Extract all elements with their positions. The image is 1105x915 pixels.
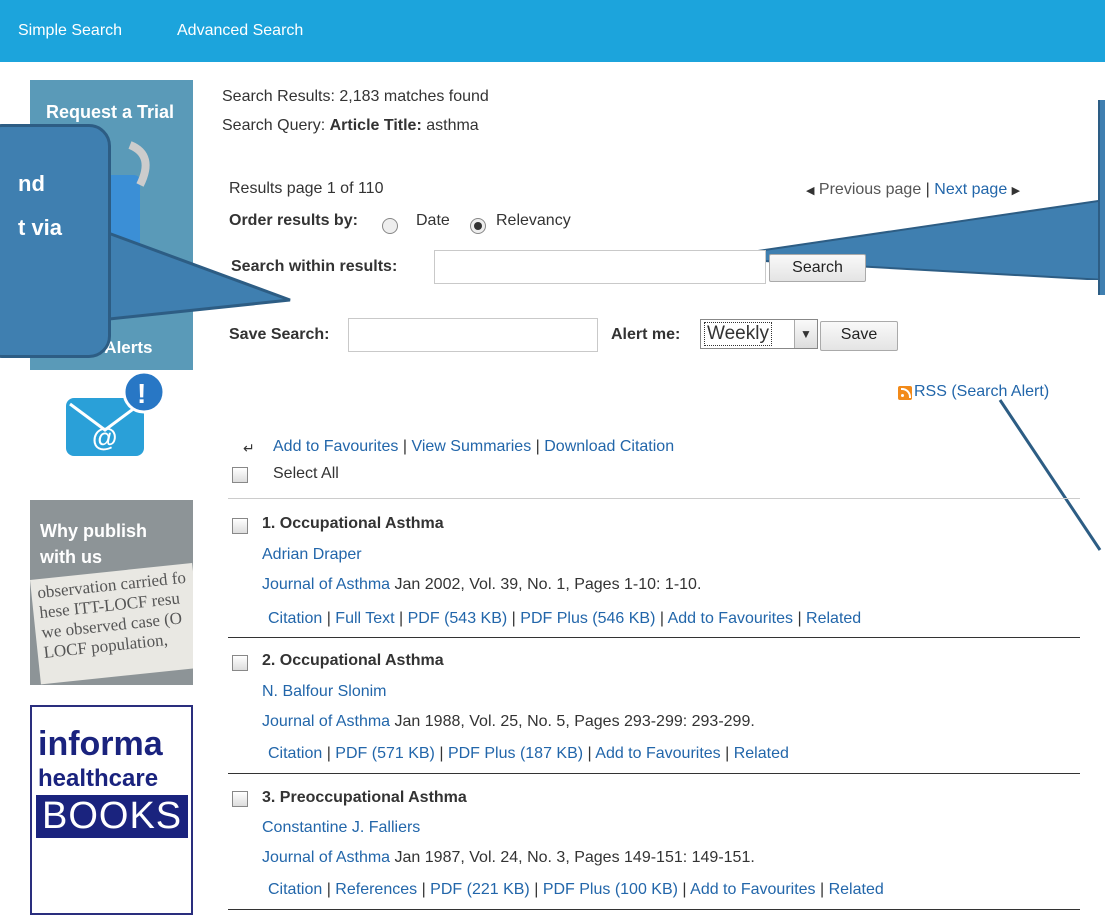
query-field: Article Title:: [329, 117, 422, 134]
result-meta: Jan 1988, Vol. 25, No. 5, Pages 293-299:…: [390, 713, 755, 730]
download-citation-link[interactable]: Download Citation: [544, 438, 674, 455]
svg-text:@: @: [92, 422, 117, 452]
order-relevancy-label: Relevancy: [496, 212, 571, 229]
alert-me-label: Alert me:: [611, 326, 681, 343]
why-publish-panel[interactable]: observation carried fo hese ITT-LOCF res…: [30, 500, 193, 685]
result-title[interactable]: 2. Occupational Asthma: [262, 652, 444, 670]
select-all-label: Select All: [273, 465, 339, 482]
result-meta: Jan 1987, Vol. 24, No. 3, Pages 149-151:…: [390, 849, 755, 866]
result-citation-line: Journal of Asthma Jan 1987, Vol. 24, No.…: [262, 849, 755, 867]
alert-email-panel: @ !: [30, 370, 193, 475]
next-page-link[interactable]: Next page: [934, 181, 1007, 198]
view-summaries-link[interactable]: View Summaries: [411, 438, 531, 455]
publish-paper-image: observation carried fo hese ITT-LOCF res…: [30, 562, 193, 685]
svg-text:!: !: [137, 378, 146, 409]
divider: [228, 909, 1080, 910]
result-journal-link[interactable]: Journal of Asthma: [262, 576, 390, 593]
rss-icon: [898, 386, 912, 400]
pdf-link[interactable]: PDF (543 KB): [408, 610, 508, 627]
alert-frequency-value: Weekly: [704, 322, 772, 346]
result-checkbox[interactable]: [232, 518, 248, 534]
callout-line-rss: [998, 399, 1102, 551]
bulk-actions: Add to Favourites | View Summaries | Dow…: [273, 438, 675, 455]
email-alert-icon: @ !: [66, 370, 166, 456]
result-journal-link[interactable]: Journal of Asthma: [262, 849, 390, 866]
next-arrow-icon: ▶: [1011, 185, 1021, 197]
informa-books-ad[interactable]: informa healthcare BOOKS: [30, 705, 193, 915]
result-meta: Jan 2002, Vol. 39, No. 1, Pages 1-10: 1-…: [390, 576, 702, 593]
divider: [228, 498, 1080, 499]
pdf-link[interactable]: PDF (221 KB): [430, 881, 530, 898]
result-links: Citation | Full Text | PDF (543 KB) | PD…: [268, 610, 862, 627]
callout-box-right: [1098, 100, 1105, 295]
pagination: ◀ Previous page | Next page ▶: [806, 181, 1020, 199]
page-info: Results page 1 of 110: [229, 180, 384, 197]
prev-page-link[interactable]: Previous page: [819, 181, 921, 198]
divider: [228, 773, 1080, 774]
search-query-line: Search Query: Article Title: asthma: [222, 117, 479, 135]
search-within-label: Search within results:: [231, 258, 398, 275]
result-citation-line: Journal of Asthma Jan 1988, Vol. 25, No.…: [262, 713, 755, 731]
why-publish-label: Why publish with us: [40, 518, 147, 570]
divider: [228, 637, 1080, 638]
callout-tooltip-left: nd t via: [0, 124, 111, 358]
books-logo-healthcare: healthcare: [38, 765, 159, 792]
pdf-plus-link[interactable]: PDF Plus (187 KB): [448, 745, 583, 762]
save-button[interactable]: Save: [820, 321, 898, 351]
result-title[interactable]: 3. Preoccupational Asthma: [262, 789, 467, 807]
save-search-label: Save Search:: [229, 326, 330, 343]
result-author[interactable]: N. Balfour Slonim: [262, 683, 387, 701]
why-publish-line2: with us: [40, 547, 102, 567]
save-search-input[interactable]: [348, 318, 598, 352]
pdf-plus-link[interactable]: PDF Plus (100 KB): [543, 881, 678, 898]
result-journal-link[interactable]: Journal of Asthma: [262, 713, 390, 730]
related-link[interactable]: Related: [829, 881, 884, 898]
results-count: Search Results: 2,183 matches found: [222, 88, 489, 105]
query-value: asthma: [426, 117, 479, 134]
citation-link[interactable]: Citation: [268, 610, 322, 627]
pdf-link[interactable]: PDF (571 KB): [335, 745, 435, 762]
pagination-separator: |: [925, 181, 930, 198]
result-checkbox[interactable]: [232, 655, 248, 671]
books-logo-books: BOOKS: [36, 795, 189, 838]
select-all-checkbox[interactable]: [232, 467, 248, 483]
pdf-plus-link[interactable]: PDF Plus (546 KB): [520, 610, 655, 627]
citation-link[interactable]: Citation: [268, 881, 322, 898]
query-prefix: Search Query:: [222, 117, 326, 134]
result-checkbox[interactable]: [232, 791, 248, 807]
order-date-radio[interactable]: [382, 218, 398, 234]
order-label: Order results by:: [229, 212, 358, 229]
why-publish-line1: Why publish: [40, 521, 147, 541]
add-to-favourites-link[interactable]: Add to Favourites: [595, 745, 720, 762]
add-to-favourites-link[interactable]: Add to Favourites: [690, 881, 815, 898]
order-date-label: Date: [416, 212, 450, 229]
result-links: Citation | References | PDF (221 KB) | P…: [268, 881, 884, 898]
rss-search-alert-link[interactable]: RSS (Search Alert): [914, 383, 1049, 401]
alert-frequency-select[interactable]: Weekly ▼: [700, 319, 818, 349]
callout-line2: t via: [18, 215, 63, 240]
related-link[interactable]: Related: [806, 610, 861, 627]
result-citation-line: Journal of Asthma Jan 2002, Vol. 39, No.…: [262, 576, 701, 594]
result-links: Citation | PDF (571 KB) | PDF Plus (187 …: [268, 745, 789, 762]
result-title[interactable]: 1. Occupational Asthma: [262, 515, 444, 533]
result-author[interactable]: Adrian Draper: [262, 546, 362, 564]
search-within-button[interactable]: Search: [769, 254, 866, 282]
return-arrow-icon: ↵: [243, 440, 255, 456]
prev-arrow-icon: ◀: [806, 185, 815, 197]
references-link[interactable]: References: [335, 881, 417, 898]
citation-link[interactable]: Citation: [268, 745, 322, 762]
bulk-add-favourites-link[interactable]: Add to Favourites: [273, 438, 398, 455]
books-logo-informa: informa: [38, 725, 163, 763]
result-author[interactable]: Constantine J. Falliers: [262, 819, 420, 837]
callout-line1: nd: [18, 171, 45, 196]
full-text-link[interactable]: Full Text: [335, 610, 394, 627]
order-relevancy-radio[interactable]: [470, 218, 486, 234]
chevron-down-icon: ▼: [794, 320, 817, 348]
add-to-favourites-link[interactable]: Add to Favourites: [668, 610, 793, 627]
related-link[interactable]: Related: [734, 745, 789, 762]
search-within-input[interactable]: [434, 250, 766, 284]
